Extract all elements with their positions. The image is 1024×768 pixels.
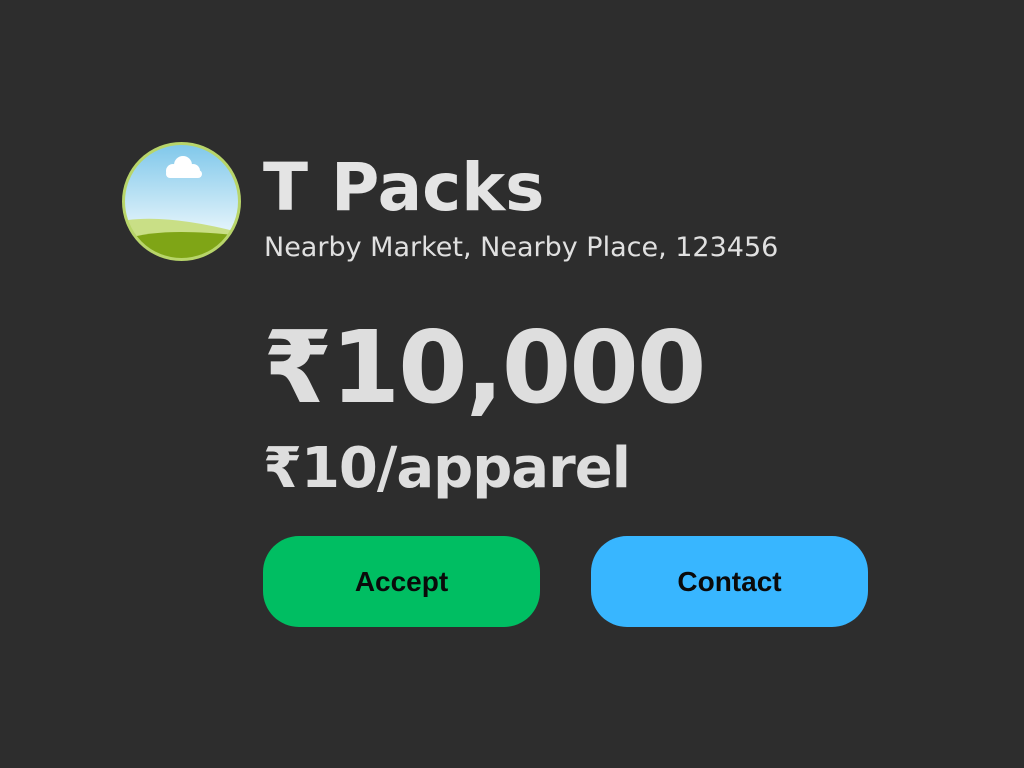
contact-button[interactable]: Contact [591,536,868,627]
unit-rate: ₹10/apparel [263,436,631,501]
total-amount: ₹10,000 [263,309,706,426]
landscape-placeholder-icon [122,142,241,261]
contact-button-label: Contact [677,565,782,597]
vendor-address: Nearby Market, Nearby Place, 123456 [264,232,779,263]
accept-button-label: Accept [354,565,449,597]
vendor-avatar [121,141,242,262]
accept-button[interactable]: Accept [263,536,540,627]
vendor-name: T Packs [263,149,545,226]
